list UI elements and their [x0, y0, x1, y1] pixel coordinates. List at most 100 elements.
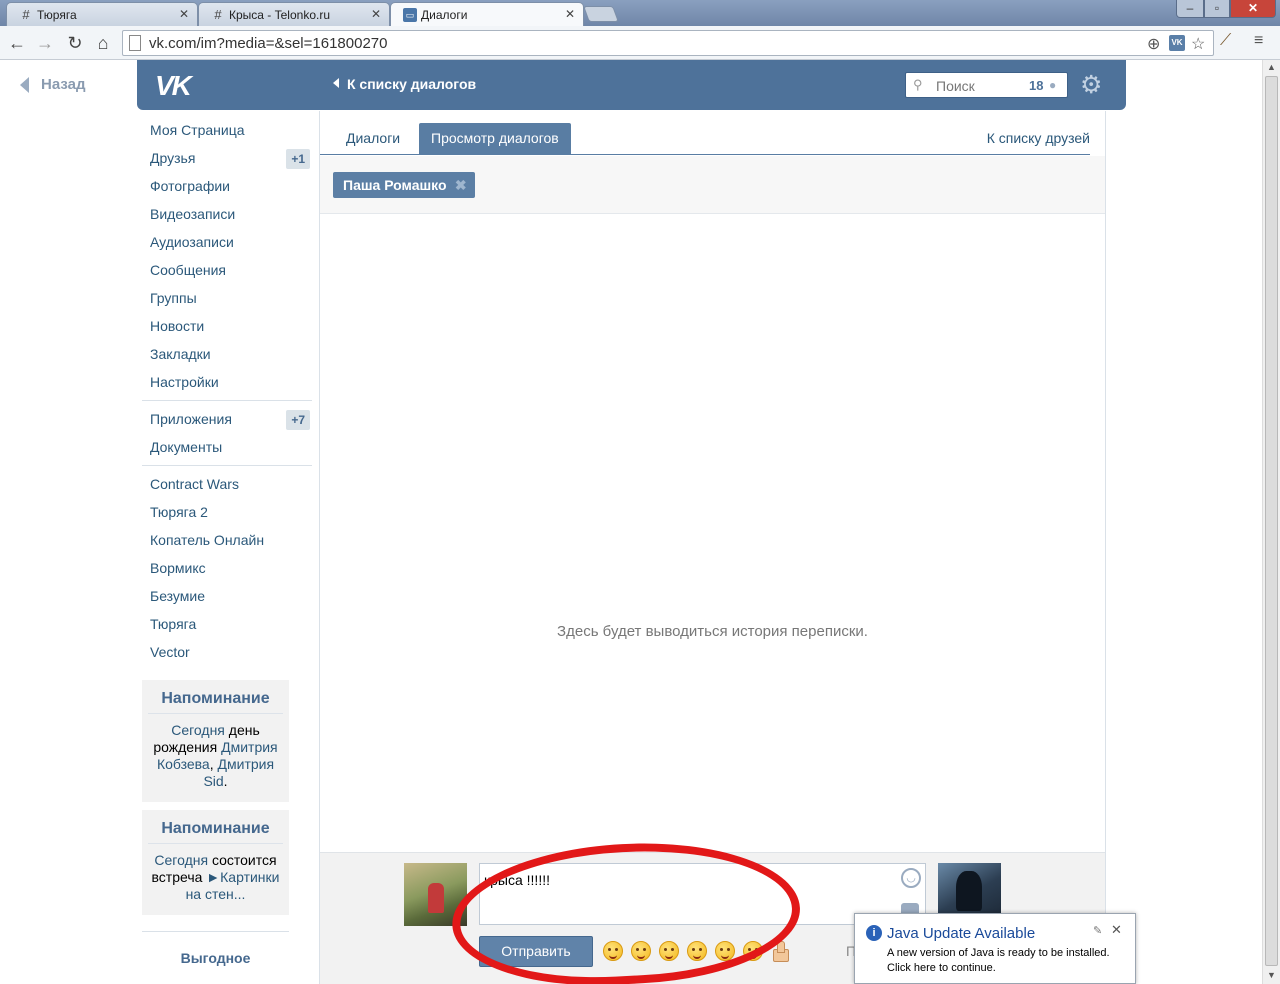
wrench-icon[interactable]: ⟋ — [1220, 32, 1231, 50]
back-label: Назад — [41, 76, 86, 93]
friends-list-link[interactable]: К списку друзей — [987, 123, 1090, 154]
browser-tab-1[interactable]: # Тюряга ✕ — [6, 2, 198, 26]
sidebar-item-groups[interactable]: Группы — [142, 284, 312, 312]
browser-tab-title: Тюряга — [37, 8, 77, 22]
close-icon[interactable]: ✕ — [565, 7, 575, 21]
empty-history-text: Здесь будет выводиться история переписки… — [557, 623, 868, 640]
reminder-separator: , — [209, 756, 218, 772]
person-icon[interactable]: ● — [1049, 78, 1056, 92]
reminder-text: Сегодня день рождения Дмитрия Кобзева, Д… — [148, 722, 283, 790]
gear-icon[interactable]: ⚙ — [1080, 70, 1102, 100]
sidebar-item-documents[interactable]: Документы — [142, 433, 312, 461]
zoom-icon[interactable]: ⊕ — [1147, 34, 1160, 54]
sidebar-item-label: Видеозаписи — [150, 206, 236, 222]
search-input[interactable]: ⚲ Поиск 18 ● — [905, 72, 1068, 98]
today-link[interactable]: Сегодня — [171, 722, 225, 738]
to-dialogs-link[interactable]: К списку диалогов — [333, 76, 476, 92]
sidebar-game-turyaga-2[interactable]: Тюряга 2 — [142, 498, 312, 526]
sidebar-game-bezumie[interactable]: Безумие — [142, 582, 312, 610]
sidebar-item-label: Фотографии — [150, 178, 231, 194]
address-bar[interactable]: vk.com/im?media=&sel=161800270 ⊕ VK ☆ — [122, 30, 1214, 56]
sidebar-item-label: Безумие — [150, 588, 206, 604]
recipient-name: Паша Ромашко — [343, 177, 447, 193]
browser-tab-3[interactable]: ▭ Диалоги ✕ — [390, 2, 584, 26]
back-arrow-icon — [20, 77, 29, 94]
maximize-button[interactable]: ▫ — [1204, 0, 1230, 18]
browser-tab-2[interactable]: # Крыса - Telonko.ru ✕ — [198, 2, 390, 26]
reminder-end: . — [223, 773, 228, 789]
hash-icon: # — [22, 7, 30, 22]
event-reminder: Напоминание Сегодня состоится встреча ►К… — [142, 810, 289, 915]
notification-title[interactable]: Java Update Available — [887, 925, 1035, 942]
sidebar-game-vector[interactable]: Vector — [142, 638, 312, 666]
sidebar-item-videos[interactable]: Видеозаписи — [142, 200, 312, 228]
more-section-title[interactable]: Выгодное — [142, 931, 289, 966]
close-icon[interactable]: ✕ — [179, 7, 189, 21]
sidebar-item-bookmarks[interactable]: Закладки — [142, 340, 312, 368]
back-icon[interactable]: ← — [6, 32, 28, 54]
smile-icon[interactable]: ◡ — [901, 868, 921, 888]
sidebar-item-apps[interactable]: Приложения +7 — [142, 405, 312, 433]
close-icon[interactable]: ✕ — [371, 7, 381, 21]
sidebar-divider — [142, 465, 312, 466]
tab-dialogs[interactable]: Диалоги — [334, 123, 412, 154]
info-icon: i — [866, 925, 882, 941]
sidebar-item-label: Вормикс — [150, 560, 206, 576]
page-scrollbar[interactable]: ▲ ▼ — [1262, 60, 1280, 984]
sidebar-item-settings[interactable]: Настройки — [142, 368, 312, 396]
sidebar-item-friends[interactable]: Друзья +1 — [142, 144, 312, 172]
sidebar-item-label: Закладки — [150, 346, 211, 362]
sidebar-item-messages[interactable]: Сообщения — [142, 256, 312, 284]
reload-icon[interactable]: ↻ — [64, 32, 86, 54]
new-tab-button[interactable] — [583, 6, 619, 22]
friends-badge[interactable]: +1 — [286, 149, 310, 169]
today-link[interactable]: Сегодня — [154, 852, 208, 868]
sidebar-item-audio[interactable]: Аудиозаписи — [142, 228, 312, 256]
scroll-up-icon[interactable]: ▲ — [1267, 62, 1276, 72]
vk-logo[interactable]: VK — [155, 70, 192, 102]
sidebar-item-label: Приложения — [150, 411, 232, 427]
to-dialogs-label: К списку диалогов — [347, 76, 477, 92]
sidebar-item-news[interactable]: Новости — [142, 312, 312, 340]
tab-view-dialogs[interactable]: Просмотр диалогов — [419, 123, 571, 154]
sidebar-item-my-page[interactable]: Моя Страница — [142, 116, 312, 144]
birthday-reminder: Напоминание Сегодня день рождения Дмитри… — [142, 680, 289, 802]
dialogs-tabs: Диалоги Просмотр диалогов К списку друзе… — [320, 123, 1090, 155]
scroll-down-icon[interactable]: ▼ — [1267, 970, 1276, 980]
sidebar-game-contract-wars[interactable]: Contract Wars — [142, 470, 312, 498]
minimize-button[interactable]: – — [1176, 0, 1204, 18]
reminder-title: Напоминание — [148, 820, 283, 844]
wrench-icon[interactable]: ✎ — [1093, 924, 1102, 937]
hash-icon: # — [214, 7, 222, 22]
search-icon: ⚲ — [913, 77, 923, 92]
star-icon[interactable]: ☆ — [1191, 34, 1205, 54]
search-placeholder: Поиск — [936, 78, 975, 94]
notification-body[interactable]: A new version of Java is ready to be ins… — [887, 946, 1131, 976]
vk-favicon-icon: ▭ — [403, 8, 417, 22]
home-icon[interactable]: ⌂ — [92, 32, 114, 54]
sidebar-item-label: Тюряга — [150, 616, 197, 632]
forward-icon[interactable]: → — [34, 32, 56, 54]
recipient-tag[interactable]: Паша Ромашко ✖ — [333, 172, 475, 198]
window-close-button[interactable]: ✕ — [1230, 0, 1276, 18]
sidebar-game-kopatel[interactable]: Копатель Онлайн — [142, 526, 312, 554]
close-icon[interactable]: ✕ — [1111, 922, 1122, 938]
scroll-thumb[interactable] — [1265, 76, 1278, 966]
sidebar-item-label: Друзья — [150, 150, 196, 166]
vk-extension-icon[interactable]: VK — [1169, 35, 1185, 51]
java-update-notification[interactable]: i Java Update Available ✎ ✕ A new versio… — [854, 913, 1136, 984]
sidebar-game-turyaga[interactable]: Тюряга — [142, 610, 312, 638]
sidebar-game-wormix[interactable]: Вормикс — [142, 554, 312, 582]
menu-icon[interactable]: ≡ — [1254, 32, 1263, 50]
reminder-text: Сегодня состоится встреча ►Картинки на с… — [148, 852, 283, 903]
online-friends-count[interactable]: 18 — [1029, 78, 1043, 93]
sidebar-item-label: Vector — [150, 644, 190, 660]
url-text[interactable]: vk.com/im?media=&sel=161800270 — [149, 35, 387, 52]
apps-badge[interactable]: +7 — [286, 410, 310, 430]
remove-recipient-icon[interactable]: ✖ — [455, 172, 467, 198]
back-link[interactable]: Назад — [20, 76, 86, 94]
sidebar-item-label: Группы — [150, 290, 197, 306]
sidebar-item-label: Contract Wars — [150, 476, 239, 492]
sidebar-item-photos[interactable]: Фотографии — [142, 172, 312, 200]
left-sidebar: Моя Страница Друзья +1 Фотографии Видеоза… — [142, 116, 312, 966]
